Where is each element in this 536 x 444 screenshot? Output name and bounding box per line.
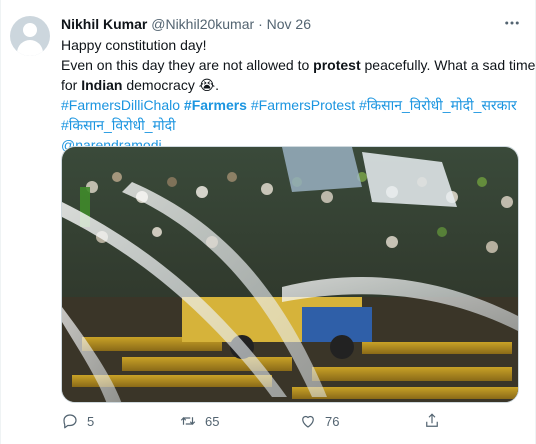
text-segment: Even on this day they are not allowed to bbox=[61, 57, 314, 73]
hashtag-kisan-virodhi-modi-sarkar[interactable]: #किसान_विरोधी_मोदी_सरकार bbox=[359, 97, 517, 113]
author-handle[interactable]: @Nikhil20kumar bbox=[151, 16, 254, 32]
tweet-header: Nikhil Kumar @Nikhil20kumar · Nov 26 bbox=[61, 14, 311, 34]
reply-icon bbox=[63, 414, 77, 429]
hashtag-farmers-protest[interactable]: #FarmersProtest bbox=[251, 97, 355, 113]
tweet-line-2: Even on this day they are not allowed to… bbox=[61, 55, 535, 75]
like-icon bbox=[302, 415, 314, 428]
text-segment: peacefully. What a sad time bbox=[360, 57, 536, 73]
tweet-line-3: for Indian democracy 😭. bbox=[61, 75, 521, 95]
retweet-icon bbox=[180, 417, 196, 425]
text-segment: democracy bbox=[122, 77, 195, 93]
reply-button[interactable]: 5 bbox=[61, 410, 94, 432]
tweet-actions: 5 65 76 bbox=[61, 410, 481, 432]
like-button[interactable]: 76 bbox=[299, 410, 339, 432]
author-name[interactable]: Nikhil Kumar bbox=[61, 16, 147, 32]
hashtag-farmers[interactable]: #Farmers bbox=[184, 97, 247, 113]
avatar-head bbox=[23, 23, 37, 37]
text-segment: for bbox=[61, 77, 82, 93]
tweet-photo[interactable] bbox=[61, 146, 519, 403]
avatar[interactable] bbox=[10, 16, 50, 56]
tweet[interactable]: Nikhil Kumar @Nikhil20kumar · Nov 26 Hap… bbox=[0, 0, 536, 444]
bold-word-protest: protest bbox=[313, 57, 361, 73]
bold-word-indian: Indian bbox=[81, 77, 123, 93]
hashtag-farmers-dilli-chalo[interactable]: #FarmersDilliChalo bbox=[61, 97, 180, 113]
crying-emoji: 😭 bbox=[198, 77, 216, 93]
hashtag-kisan-virodhi-modi[interactable]: #किसान_विरोधी_मोदी bbox=[61, 117, 176, 133]
tweet-date[interactable]: Nov 26 bbox=[267, 16, 311, 32]
retweet-count: 65 bbox=[205, 413, 220, 429]
text-segment: . bbox=[215, 77, 219, 93]
avatar-body bbox=[17, 40, 43, 56]
protest-photo bbox=[62, 147, 518, 402]
tarp bbox=[282, 147, 362, 192]
hashtag-line-2: #किसान_विरोधी_मोदी bbox=[61, 115, 521, 135]
separator-dot: · bbox=[258, 16, 263, 32]
more-icon[interactable] bbox=[503, 14, 521, 32]
tweet-text: Happy constitution day! Even on this day… bbox=[61, 35, 535, 155]
share-button[interactable] bbox=[423, 410, 441, 432]
reply-count: 5 bbox=[87, 413, 95, 429]
tweet-line-1: Happy constitution day! bbox=[61, 37, 207, 53]
retweet-button[interactable]: 65 bbox=[179, 410, 219, 432]
like-count: 76 bbox=[325, 413, 340, 429]
share-icon bbox=[426, 413, 438, 427]
hashtag-line-1: #FarmersDilliChalo #Farmers #FarmersProt… bbox=[61, 95, 521, 115]
